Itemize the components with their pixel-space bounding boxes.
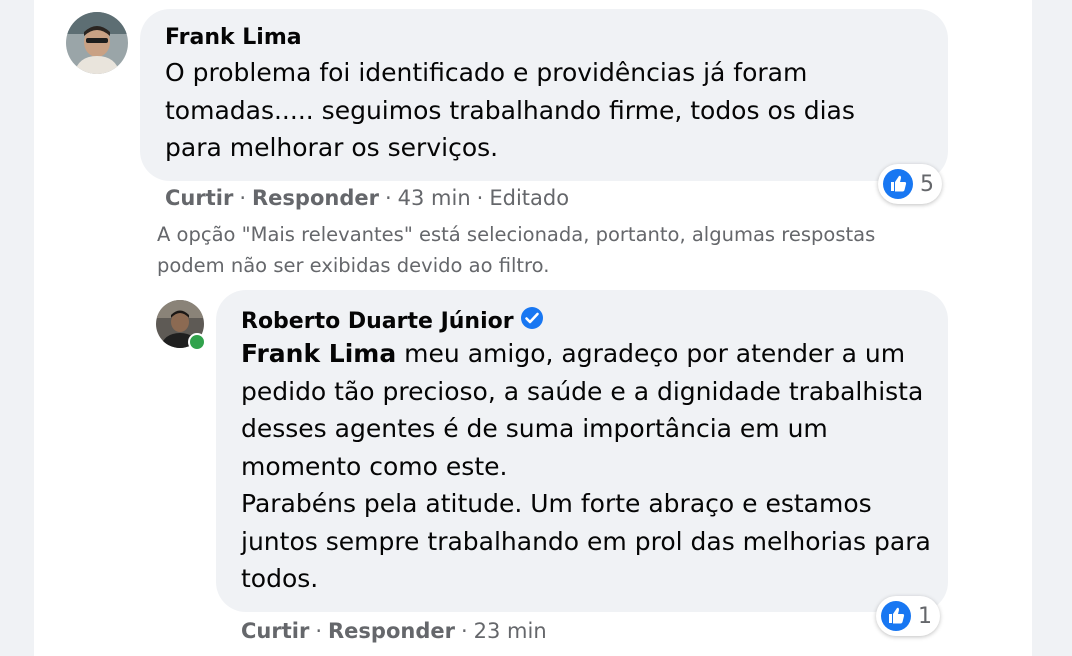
reply-text: Frank Lima meu amigo, agradeço por atend… [241, 335, 931, 598]
reply-button[interactable]: Responder [328, 619, 455, 643]
reply-actions: Curtir · Responder · 23 min [241, 619, 547, 643]
verified-badge-icon [520, 307, 543, 329]
reply-paragraph-1: Frank Lima meu amigo, agradeço por atend… [241, 335, 931, 485]
thumbs-up-icon [883, 169, 913, 199]
comment-text: O problema foi identificado e providênci… [165, 58, 855, 162]
comment-actions: Curtir · Responder · 43 min · Editado [165, 186, 569, 210]
thumbs-up-icon [881, 601, 911, 631]
separator: · [315, 619, 322, 643]
reaction-count: 5 [920, 171, 934, 197]
reaction-summary[interactable]: 1 [876, 596, 940, 636]
timestamp[interactable]: 23 min [474, 619, 547, 643]
like-button[interactable]: Curtir [165, 186, 233, 210]
edited-label[interactable]: Editado [489, 186, 569, 210]
reply-button[interactable]: Responder [252, 186, 379, 210]
separator: · [476, 186, 484, 210]
mention-link[interactable]: Frank Lima [241, 339, 396, 368]
filter-notice: A opção "Mais relevantes" está seleciona… [157, 223, 876, 277]
reaction-count: 1 [918, 603, 932, 629]
reply-paragraph-2: Parabéns pela atitude. Um forte abraço e… [241, 489, 931, 593]
avatar-frank-lima[interactable] [66, 12, 128, 74]
reply-author-name[interactable]: Roberto Duarte Júnior [241, 309, 514, 334]
like-button[interactable]: Curtir [241, 619, 309, 643]
separator: · [460, 619, 468, 643]
separator: · [239, 186, 246, 210]
profile-photo-icon [66, 12, 128, 74]
comment-author[interactable]: Frank Lima [165, 25, 302, 50]
reply-author[interactable]: Roberto Duarte Júnior [241, 306, 544, 334]
reaction-summary[interactable]: 5 [878, 164, 942, 204]
online-status-indicator [188, 333, 206, 351]
timestamp[interactable]: 43 min [398, 186, 471, 210]
separator: · [384, 186, 392, 210]
